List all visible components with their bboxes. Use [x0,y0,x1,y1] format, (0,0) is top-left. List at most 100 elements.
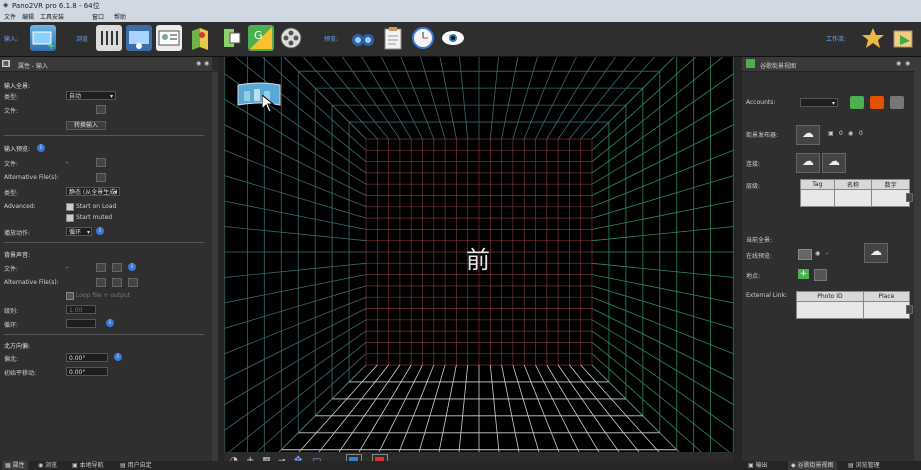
cloud-publish-icon[interactable]: ☁ [864,243,888,263]
place-settings-icon[interactable] [814,269,827,281]
map-icon[interactable] [188,25,214,51]
north-info-icon[interactable]: i [114,353,122,361]
table2-scroll-button[interactable] [906,305,913,314]
google-street-view-icon[interactable]: G [248,25,274,51]
table-cell[interactable] [862,301,911,319]
cloud-upload-icon[interactable]: ☁ [796,125,820,145]
eye-preview-icon[interactable] [440,25,466,51]
grid-line [342,56,401,140]
right-panel-close-icon[interactable]: ◉ [905,60,910,67]
clipboard-icon[interactable] [380,25,406,51]
level-table[interactable]: Tag 名称 数字 [800,179,910,207]
start-on-load-checkbox[interactable] [66,203,74,211]
mode-label: 类型: [4,190,19,197]
grid-line [400,56,435,140]
grid-line [322,56,389,140]
audio-loop-text: Loop file + output [76,292,131,299]
shield-icon[interactable] [850,96,864,109]
menu-item-file[interactable]: 文件 [4,12,16,21]
panorama-editor-icon[interactable] [96,25,122,51]
main-toolbar: 输入: + 浏览 G 预览: 工作流: [0,22,921,57]
panel-close-icon[interactable]: ◉ [204,60,209,67]
preview-toggle-icon[interactable] [798,249,812,260]
tab-tour[interactable]: ◉ 浏览 [38,461,57,470]
tab-tour-manager[interactable]: ▤ 浏览管理 [848,461,880,470]
info-icon[interactable]: i [37,144,45,152]
cloud-sync-icon[interactable]: ☁ [822,153,846,173]
clock-icon[interactable] [410,25,436,51]
table-cell[interactable] [833,189,873,207]
cloud-download-icon[interactable]: ☁ [796,153,820,173]
grid-line [535,56,577,140]
grid-line [591,226,735,242]
loop2-input[interactable] [66,319,96,328]
menu-item-tools[interactable]: 工具安装 [40,12,64,21]
table-cell[interactable] [796,301,864,319]
grid-line [501,56,519,140]
audio-alt-settings-button[interactable] [112,278,122,287]
menu-item-edit[interactable]: 编辑 [22,12,34,21]
browse-file-button[interactable] [96,105,106,114]
loop-dropdown[interactable]: 循环 ▾ [66,227,92,236]
tab-local-nav[interactable]: ▣ 本地导航 [72,461,104,470]
loop-info-icon[interactable]: i [96,227,104,235]
toolbar-tour-label: 浏览 [76,36,89,43]
properties-icon[interactable] [156,25,182,51]
audio-alt-browse-button[interactable] [128,278,138,287]
alt-files-label: Alternative File(s): [4,174,59,181]
external-link-table[interactable]: Photo ID Place [796,291,911,319]
dash-text: - [826,250,829,257]
account-settings-icon[interactable] [890,96,904,109]
menu-item-window[interactable]: 窗口 [92,12,104,21]
loop2-info-icon[interactable]: i [106,319,114,327]
grid-line [318,364,389,453]
convert-input-button[interactable]: 转换输入 [66,121,106,130]
audio-browse-button[interactable] [112,263,122,272]
binoculars-icon[interactable] [350,25,376,51]
add-place-icon[interactable]: + [798,269,809,279]
accounts-dropdown[interactable]: ▾ [800,98,838,107]
cursor-arrow-icon [261,93,276,115]
audio-play-button[interactable] [96,263,106,272]
preview-browse-button[interactable] [96,158,106,167]
right-scrollbar[interactable] [914,57,921,461]
north-input[interactable]: 0.00° [66,353,108,362]
tab-user-defined[interactable]: ▤ 用户自定 [120,461,152,470]
remove-account-icon[interactable] [870,96,884,109]
alt-files-button[interactable] [96,173,106,182]
grid-line [591,364,680,453]
panel-float-icon[interactable]: ◉ [196,60,201,67]
grid-line [569,56,636,140]
patch-icon[interactable] [218,25,244,51]
preview-eye-icon[interactable]: ◉ [815,250,820,257]
film-reel-icon[interactable] [278,25,304,51]
right-splitter[interactable] [734,57,742,461]
pan-input[interactable]: 0.00° [66,367,108,376]
audio-alt-play-button[interactable] [96,278,106,287]
audio-info-icon[interactable]: i [128,263,136,271]
grid-line [223,226,367,242]
mode-dropdown[interactable]: 静态 (从全景生成) ▾ [66,187,120,196]
viewpoint-icon[interactable] [126,25,152,51]
workflow-export-icon[interactable] [890,25,916,51]
start-muted-checkbox[interactable] [66,214,74,222]
table-cell[interactable] [871,189,910,207]
tab-output[interactable]: ▣ 输出 [748,461,768,470]
tab-google-street-view[interactable]: ◆ 谷歌街景视图 [788,461,837,470]
toolbar-input-label: 输入: [4,36,19,43]
divider [4,334,204,335]
tab-properties[interactable]: ▦ 属性 [2,461,28,470]
svg-text:+: + [47,41,55,51]
table-scroll-button[interactable] [906,193,913,202]
right-panel-float-icon[interactable]: ◉ [896,60,901,67]
menu-item-help[interactable]: 帮助 [114,12,126,21]
type-dropdown[interactable]: 自动 ▾ [66,91,116,100]
audio-loop-checkbox[interactable] [66,292,74,300]
grid-line [523,56,558,140]
table-cell[interactable] [800,189,835,207]
panorama-viewport[interactable]: 前 [117,0,841,470]
workflow-star-icon[interactable] [860,25,886,51]
add-input-icon[interactable]: + [30,25,56,52]
level-input[interactable]: 1.00 [66,305,96,314]
grid-line [223,124,367,196]
